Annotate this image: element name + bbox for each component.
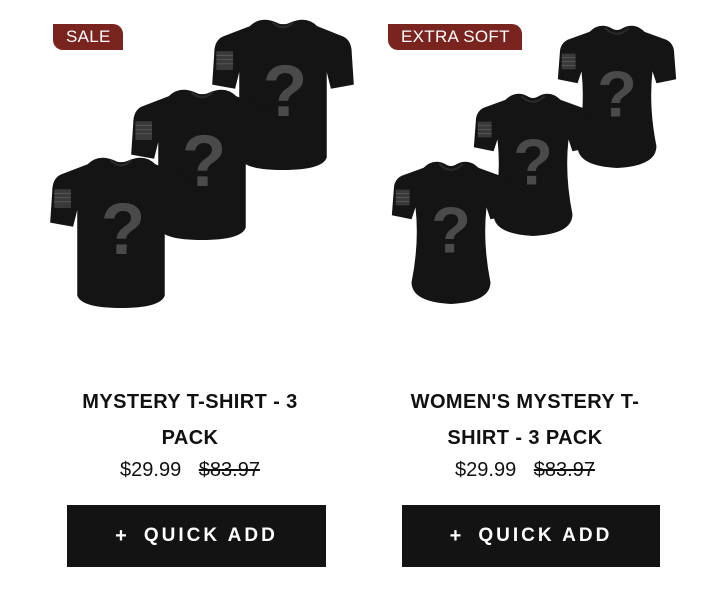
quick-add-label: QUICK ADD (143, 525, 278, 546)
product-card-womens-mystery-tshirt[interactable]: EXTRA SOFT WOMEN'S MYSTERY T- SHIRT - 3 … (360, 0, 690, 598)
product-title-line[interactable]: SHIRT - 3 PACK (360, 420, 690, 456)
quick-add-button[interactable]: + QUICK ADD (67, 505, 326, 567)
plus-icon: + (449, 524, 465, 547)
plus-icon: + (115, 524, 130, 547)
product-image[interactable] (360, 0, 690, 340)
quick-add-button[interactable]: + QUICK ADD (402, 505, 660, 567)
product-title-line[interactable]: WOMEN'S MYSTERY T- (360, 384, 690, 420)
tshirt-image-front (49, 156, 193, 310)
original-price: $83.97 (533, 459, 595, 481)
price-row: $29.99 $83.97 (360, 459, 690, 482)
womens-tshirt-image-front (390, 160, 512, 305)
product-title-line[interactable]: PACK (25, 420, 355, 456)
quick-add-label: QUICK ADD (478, 525, 613, 546)
price-row: $29.99 $83.97 (25, 459, 355, 482)
product-title[interactable]: WOMEN'S MYSTERY T- SHIRT - 3 PACK (360, 384, 690, 456)
product-card-mystery-tshirt[interactable]: SALE MYSTERY T-SHIRT - 3 PACK $29.99 $83… (25, 0, 355, 598)
sale-badge: SALE (53, 24, 123, 50)
extra-soft-badge: EXTRA SOFT (388, 24, 522, 50)
product-title[interactable]: MYSTERY T-SHIRT - 3 PACK (25, 384, 355, 456)
product-title-line[interactable]: MYSTERY T-SHIRT - 3 (25, 384, 355, 420)
sale-price: $29.99 (120, 459, 182, 481)
product-image[interactable] (25, 0, 355, 340)
original-price: $83.97 (198, 459, 260, 481)
sale-price: $29.99 (455, 459, 517, 481)
